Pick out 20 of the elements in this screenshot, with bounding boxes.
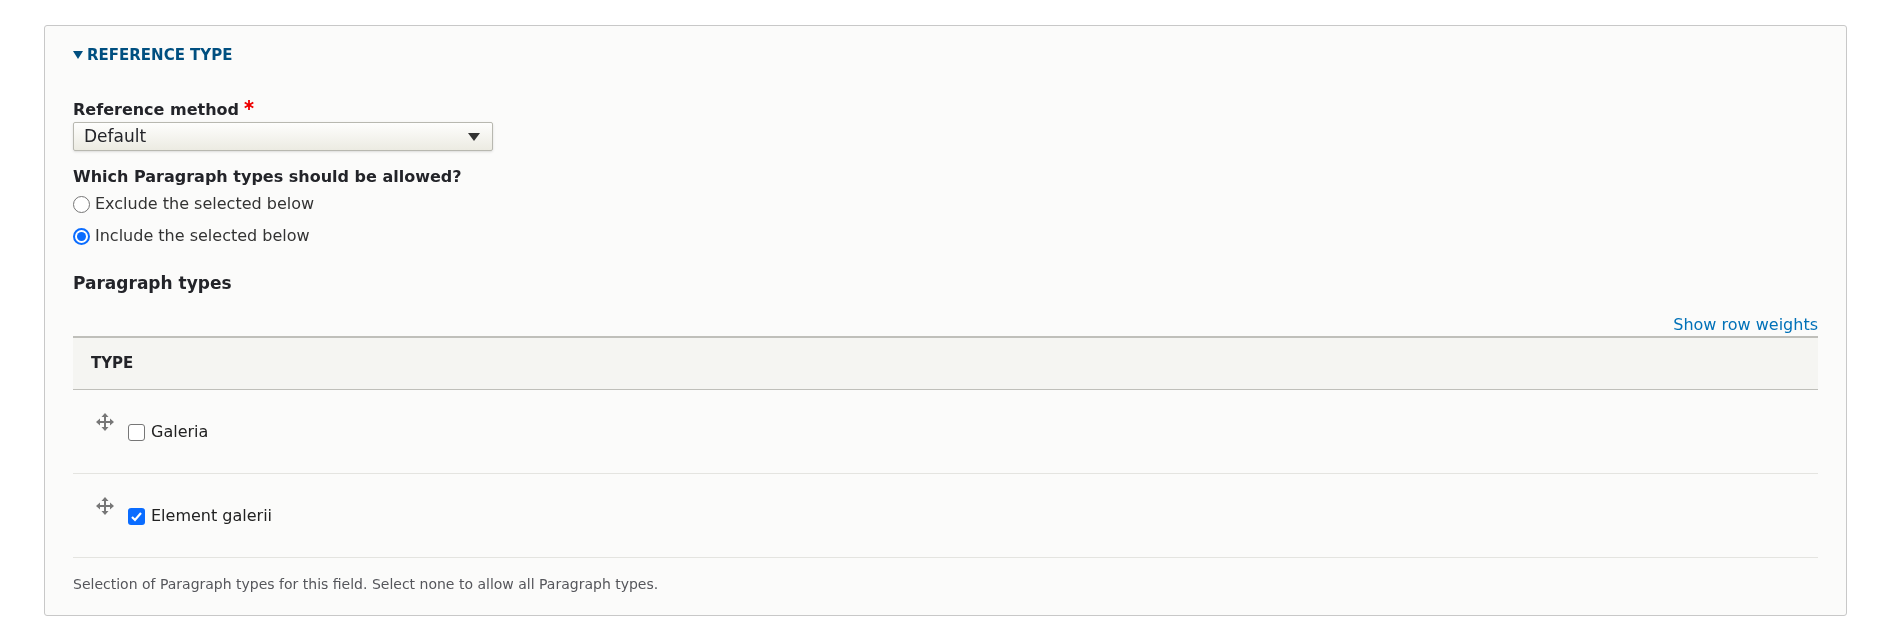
- radio-button[interactable]: [73, 195, 90, 213]
- checkbox-label: Galeria: [151, 421, 209, 443]
- dropdown-arrow-icon: [468, 132, 480, 141]
- drag-handle-icon[interactable]: [95, 496, 115, 516]
- checkbox[interactable]: [128, 423, 145, 441]
- section-toggle[interactable]: REFERENCE TYPE: [73, 44, 233, 66]
- section-heading: Paragraph types: [73, 272, 233, 295]
- checkbox-label: Element galerii: [151, 505, 273, 527]
- field-label: Reference method: [73, 99, 240, 121]
- radio-label: Include the selected below: [95, 225, 310, 247]
- radio-question: Which Paragraph types should be allowed?: [73, 166, 463, 188]
- radio-label: Exclude the selected below: [95, 193, 315, 215]
- drag-handle-icon[interactable]: [95, 412, 115, 432]
- triangle-icon: [73, 51, 83, 59]
- show-row-weights-link[interactable]: Show row weights: [1673, 314, 1818, 336]
- checkbox[interactable]: [128, 507, 145, 525]
- column-header: TYPE: [91, 353, 134, 375]
- select-field[interactable]: Default: [73, 122, 493, 151]
- field-description: Selection of Paragraph types for this field. Select none to allow all Paragraph types.: [73, 575, 660, 594]
- radio-button[interactable]: [73, 227, 90, 245]
